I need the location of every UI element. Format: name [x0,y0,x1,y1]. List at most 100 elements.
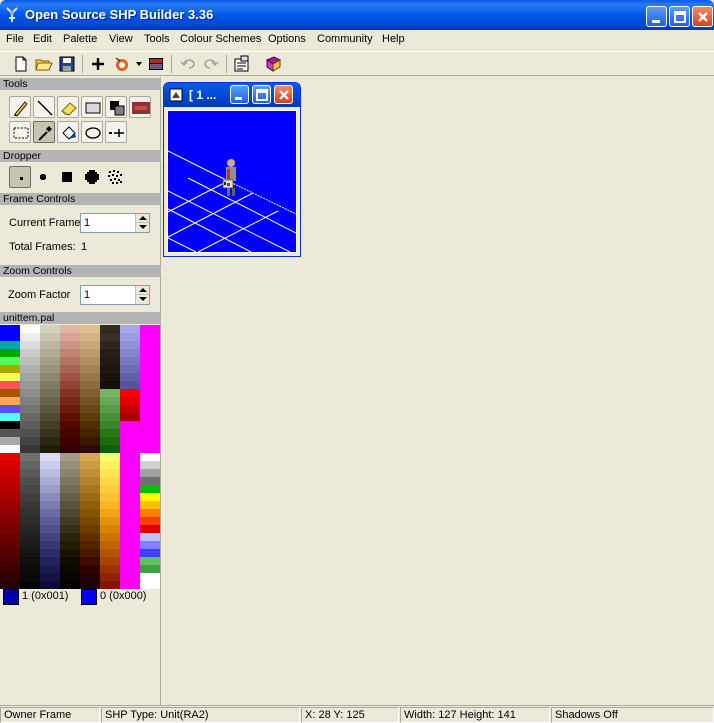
palette-color-cell[interactable] [0,557,20,565]
palette-color-cell[interactable] [80,533,100,541]
palette-color-cell[interactable] [20,525,40,533]
palette-color-cell[interactable] [40,581,60,589]
palette-color-cell[interactable] [80,325,100,333]
palette-color-cell[interactable] [20,341,40,349]
palette-color-cell[interactable] [20,437,40,445]
spray-brush-icon[interactable] [106,168,124,186]
palette-color-cell[interactable] [60,573,80,581]
frame-window-titlebar[interactable]: [ 1 ... [164,83,300,107]
palette-color-cell[interactable] [40,357,60,365]
palette-color-cell[interactable] [0,397,20,405]
pencil-tool-button[interactable] [9,96,31,118]
menu-view[interactable]: View [109,33,133,45]
palette-color-cell[interactable] [40,493,60,501]
palette-color-cell[interactable] [20,413,40,421]
palette-color-cell[interactable] [20,477,40,485]
palette-color-cell[interactable] [80,485,100,493]
palette-color-cell[interactable] [120,485,140,493]
palette-color-cell[interactable] [80,453,100,461]
frame-close-button[interactable] [274,85,293,104]
palette-color-cell[interactable] [20,517,40,525]
palette-color-cell[interactable] [100,517,120,525]
palette-color-cell[interactable] [80,421,100,429]
palette-color-cell[interactable] [20,549,40,557]
palette-color-cell[interactable] [60,445,80,453]
sprite-canvas[interactable] [167,110,297,253]
palette-color-cell[interactable] [100,541,120,549]
palette-color-cell[interactable] [80,573,100,581]
palette-color-cell[interactable] [120,509,140,517]
palette-color-cell[interactable] [0,437,20,445]
palette-color-cell[interactable] [0,477,20,485]
palette-color-cell[interactable] [80,541,100,549]
palette-color-cell[interactable] [40,349,60,357]
palette-color-cell[interactable] [60,373,80,381]
palette-color-cell[interactable] [120,493,140,501]
palette-color-cell[interactable] [100,469,120,477]
palette-color-cell[interactable] [0,389,20,397]
palette-color-cell[interactable] [40,477,60,485]
palette-color-cell[interactable] [20,381,40,389]
palette-color-cell[interactable] [140,389,160,397]
select-tool-button[interactable] [9,121,31,143]
palette-color-cell[interactable] [40,341,60,349]
palette-color-cell[interactable] [80,461,100,469]
palette-color-cell[interactable] [120,381,140,389]
palette-color-cell[interactable] [20,509,40,517]
palette-color-cell[interactable] [140,421,160,429]
menu-edit[interactable]: Edit [33,33,52,45]
palette-color-cell[interactable] [60,493,80,501]
palette-color-cell[interactable] [100,365,120,373]
line-tool-button[interactable] [33,96,55,118]
palette-color-cell[interactable] [20,565,40,573]
palette-color-cell[interactable] [20,501,40,509]
palette-color-cell[interactable] [120,333,140,341]
frame-maximize-button[interactable] [252,85,271,104]
palette-color-cell[interactable] [100,525,120,533]
palette-color-cell[interactable] [120,581,140,589]
palette-color-cell[interactable] [20,581,40,589]
dropdown-arrow-icon[interactable] [136,62,142,66]
palette-color-cell[interactable] [0,445,20,453]
palette-color-cell[interactable] [60,453,80,461]
palette-color-cell[interactable] [40,469,60,477]
palette-color-cell[interactable] [60,509,80,517]
palette-color-cell[interactable] [20,349,40,357]
palette-color-cell[interactable] [140,485,160,493]
palette-color-cell[interactable] [80,581,100,589]
palette-color-cell[interactable] [0,349,20,357]
palette-color-cell[interactable] [120,397,140,405]
palette-color-cell[interactable] [140,581,160,589]
crosshair-tool-button[interactable] [105,121,127,143]
zoom-up-button[interactable] [135,286,149,295]
palette-color-cell[interactable] [120,453,140,461]
palette-color-cell[interactable] [20,333,40,341]
palette-color-cell[interactable] [100,397,120,405]
menu-colour-schemes[interactable]: Colour Schemes [180,33,261,45]
palette-color-cell[interactable] [60,397,80,405]
palette-color-cell[interactable] [0,341,20,349]
palette-color-cell[interactable] [60,501,80,509]
palette-color-cell[interactable] [140,349,160,357]
palette-color-cell[interactable] [20,429,40,437]
palette-color-cell[interactable] [40,517,60,525]
palette-color-cell[interactable] [0,485,20,493]
palette-color-cell[interactable] [120,461,140,469]
palette-color-cell[interactable] [60,461,80,469]
eraser-tool-button[interactable] [57,96,79,118]
palette-color-cell[interactable] [140,509,160,517]
palette-color-cell[interactable] [80,549,100,557]
palette-color-cell[interactable] [120,501,140,509]
title-bar[interactable]: Open Source SHP Builder 3.36 [0,0,714,30]
square-brush-icon[interactable] [60,170,74,184]
palette-color-cell[interactable] [100,421,120,429]
palette-color-cell[interactable] [40,437,60,445]
palette-color-cell[interactable] [60,333,80,341]
palette-color-cell[interactable] [80,557,100,565]
minimize-button[interactable] [646,6,667,27]
palette-color-cell[interactable] [20,421,40,429]
palette-color-cell[interactable] [60,349,80,357]
palette-color-cell[interactable] [60,437,80,445]
current-frame-spinner[interactable]: 1 [80,213,150,233]
palette-color-cell[interactable] [100,477,120,485]
